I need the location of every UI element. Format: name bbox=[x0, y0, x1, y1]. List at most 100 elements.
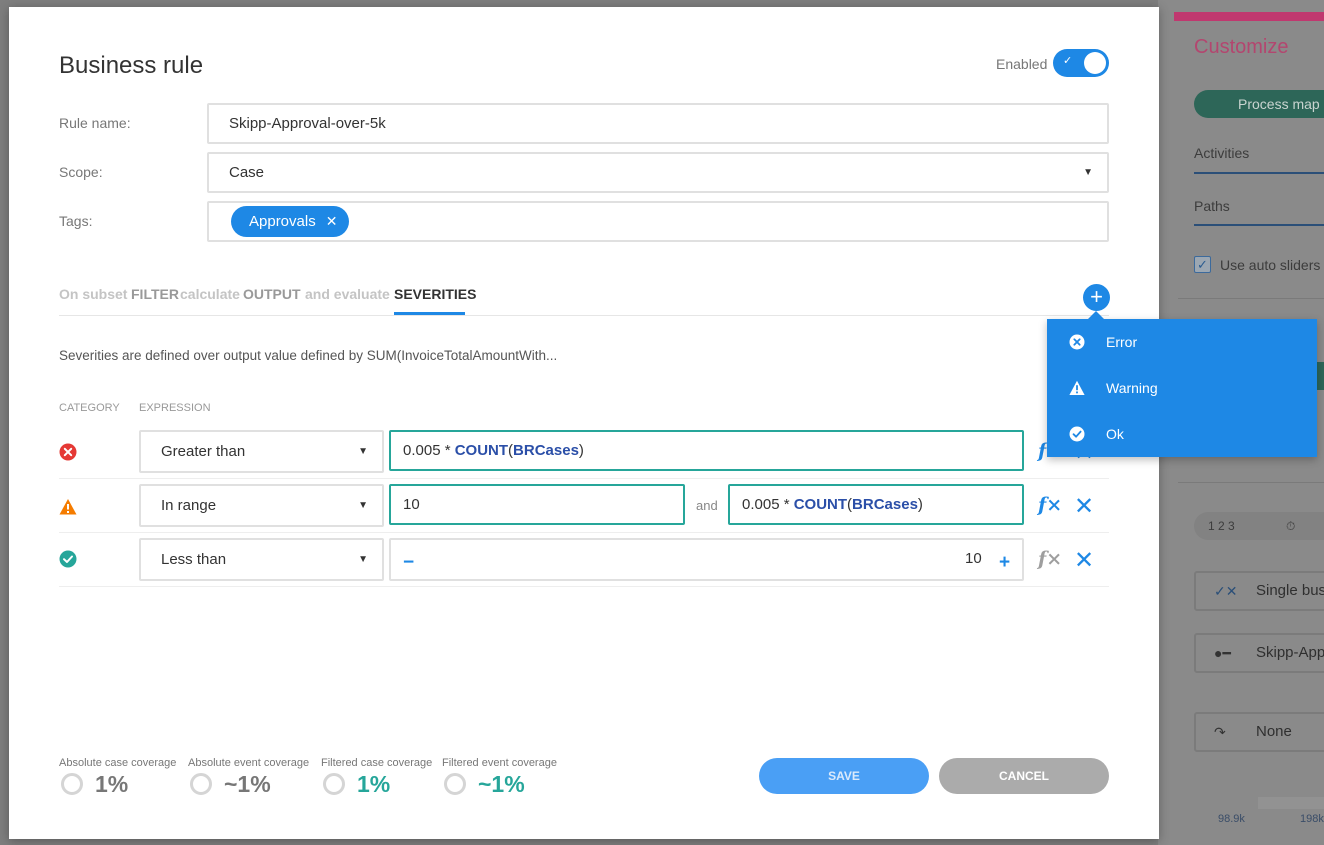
chevron-down-icon: ▼ bbox=[358, 500, 368, 511]
tab-filter[interactable]: FILTER bbox=[131, 286, 179, 302]
background-histogram bbox=[1258, 797, 1324, 809]
rule-name-input[interactable]: Skipp-Approval-over-5k bbox=[207, 103, 1109, 144]
background-checkbox: ✓ bbox=[1194, 256, 1211, 273]
warning-icon bbox=[59, 499, 77, 515]
range-high-input[interactable]: 0.005 * COUNT(BRCases) bbox=[728, 484, 1024, 525]
remove-row-button[interactable]: ✕ bbox=[1074, 495, 1094, 519]
menu-item-label: Ok bbox=[1106, 426, 1124, 442]
background-topbar bbox=[1174, 12, 1324, 21]
operator-select[interactable]: Greater than ▼ bbox=[139, 430, 384, 473]
background-axis-label: 98.9k bbox=[1218, 813, 1245, 825]
increment-button[interactable]: + bbox=[999, 544, 1010, 581]
chevron-down-icon: ▼ bbox=[358, 554, 368, 565]
range-low-input[interactable]: 10 bbox=[389, 484, 685, 525]
coverage-value: ~1% bbox=[478, 771, 525, 797]
column-header-expression: EXPRESSION bbox=[139, 402, 211, 414]
menu-item-ok[interactable]: Ok bbox=[1047, 412, 1317, 456]
severity-row-warning: In range ▼ 10 and 0.005 * COUNT(BRCases)… bbox=[59, 480, 1109, 533]
redirect-arrow-icon: ↷ bbox=[1214, 724, 1226, 740]
background-separator bbox=[1178, 482, 1324, 483]
expression-paren: ) bbox=[578, 442, 584, 459]
stepper-value: 10 bbox=[965, 550, 982, 567]
rule-name-label: Rule name: bbox=[59, 115, 131, 131]
operator-value: In range bbox=[161, 497, 217, 514]
operator-select[interactable]: Less than ▼ bbox=[139, 538, 384, 581]
coverage-filtered-case: Filtered case coverage 1% bbox=[321, 757, 433, 797]
add-severity-button[interactable]: + bbox=[1083, 284, 1110, 311]
close-icon[interactable]: ✕ bbox=[326, 213, 338, 229]
background-tab-paths: Paths bbox=[1194, 198, 1230, 214]
menu-item-warning[interactable]: Warning bbox=[1047, 366, 1317, 410]
expression-argument: BRCases bbox=[852, 496, 918, 513]
tab-and-evaluate-label: and evaluate bbox=[305, 286, 390, 302]
background-segment-numeric: 1 2 3 bbox=[1208, 519, 1235, 533]
ok-icon bbox=[59, 550, 77, 568]
check-icon: ✓ bbox=[1063, 55, 1073, 67]
coverage-spinner-icon bbox=[190, 773, 212, 795]
toggle-off-icon: ●━ bbox=[1214, 645, 1231, 661]
tabs-divider bbox=[59, 315, 1109, 316]
background-single-business-rule: ✓✕ Single busi bbox=[1194, 571, 1324, 611]
coverage-spinner-icon bbox=[444, 773, 466, 795]
severity-row-ok: Less than ▼ − 10 + f× ✕ bbox=[59, 534, 1109, 587]
background-axis-label: 198k bbox=[1300, 813, 1324, 825]
ok-icon bbox=[1069, 426, 1085, 442]
tab-output[interactable]: OUTPUT bbox=[243, 286, 301, 302]
check-cross-icon: ✓✕ bbox=[1214, 583, 1238, 599]
warning-icon bbox=[1069, 380, 1085, 395]
scope-value: Case bbox=[229, 164, 265, 181]
tag-chip[interactable]: Approvals ✕ bbox=[231, 206, 350, 237]
cancel-button[interactable]: CANCEL bbox=[939, 758, 1109, 794]
tab-severities[interactable]: SEVERITIES bbox=[394, 286, 476, 302]
decrement-button[interactable]: − bbox=[403, 544, 414, 581]
expression-input[interactable]: 0.005 * COUNT(BRCases) bbox=[389, 430, 1024, 471]
coverage-value: ~1% bbox=[224, 771, 271, 797]
background-separator bbox=[1178, 298, 1324, 299]
coverage-spinner-icon bbox=[61, 773, 83, 795]
background-title: Customize bbox=[1194, 36, 1289, 58]
tag-chip-label: Approvals bbox=[249, 213, 316, 230]
tags-input[interactable]: Approvals ✕ bbox=[207, 201, 1109, 242]
background-divider bbox=[1194, 172, 1324, 174]
stopwatch-icon: ⏱ bbox=[1286, 519, 1296, 533]
coverage-label: Filtered event coverage bbox=[442, 757, 557, 769]
coverage-value: 1% bbox=[95, 771, 129, 797]
menu-item-label: Error bbox=[1106, 334, 1138, 350]
coverage-label: Filtered case coverage bbox=[321, 757, 433, 769]
chevron-down-icon: ▼ bbox=[358, 446, 368, 457]
severities-description: Severities are defined over output value… bbox=[59, 348, 558, 363]
function-icon[interactable]: f× bbox=[1038, 494, 1062, 516]
save-button[interactable]: SAVE bbox=[759, 758, 929, 794]
scope-label: Scope: bbox=[59, 164, 103, 180]
coverage-label: Absolute case coverage bbox=[59, 757, 177, 769]
coverage-spinner-icon bbox=[323, 773, 345, 795]
tab-calculate-label: calculate bbox=[180, 286, 240, 302]
business-rule-dialog: Business rule Enabled ✓ Rule name: Skipp… bbox=[9, 7, 1159, 839]
background-segmented-control: 1 2 3 ⏱ bbox=[1194, 512, 1324, 540]
coverage-absolute-event: Absolute event coverage ~1% bbox=[188, 757, 309, 797]
operator-select[interactable]: In range ▼ bbox=[139, 484, 384, 527]
scope-select[interactable]: Case ▼ bbox=[207, 152, 1109, 193]
remove-row-button[interactable]: ✕ bbox=[1074, 549, 1094, 573]
error-icon bbox=[1069, 334, 1085, 350]
function-icon[interactable]: f× bbox=[1038, 548, 1062, 570]
expression-text: 0.005 * bbox=[742, 496, 794, 513]
background-none-option: ↷ None bbox=[1194, 712, 1324, 752]
expression-function: COUNT bbox=[793, 496, 848, 513]
tags-label: Tags: bbox=[59, 213, 93, 229]
menu-item-error[interactable]: Error bbox=[1047, 320, 1317, 364]
error-icon bbox=[59, 443, 77, 461]
column-header-category: CATEGORY bbox=[59, 402, 120, 414]
expression-paren: ) bbox=[917, 496, 923, 513]
dialog-title: Business rule bbox=[59, 52, 204, 79]
background-tab-activities: Activities bbox=[1194, 145, 1250, 161]
coverage-value: 1% bbox=[357, 771, 391, 797]
expression-argument: BRCases bbox=[513, 442, 579, 459]
number-stepper[interactable]: − 10 + bbox=[389, 538, 1024, 581]
background-divider bbox=[1194, 224, 1324, 226]
operator-value: Less than bbox=[161, 551, 227, 568]
coverage-filtered-event: Filtered event coverage ~1% bbox=[442, 757, 557, 797]
enabled-toggle[interactable]: ✓ bbox=[1053, 49, 1109, 77]
range-and-label: and bbox=[696, 498, 718, 513]
background-checkbox-label: Use auto sliders s bbox=[1220, 257, 1324, 273]
